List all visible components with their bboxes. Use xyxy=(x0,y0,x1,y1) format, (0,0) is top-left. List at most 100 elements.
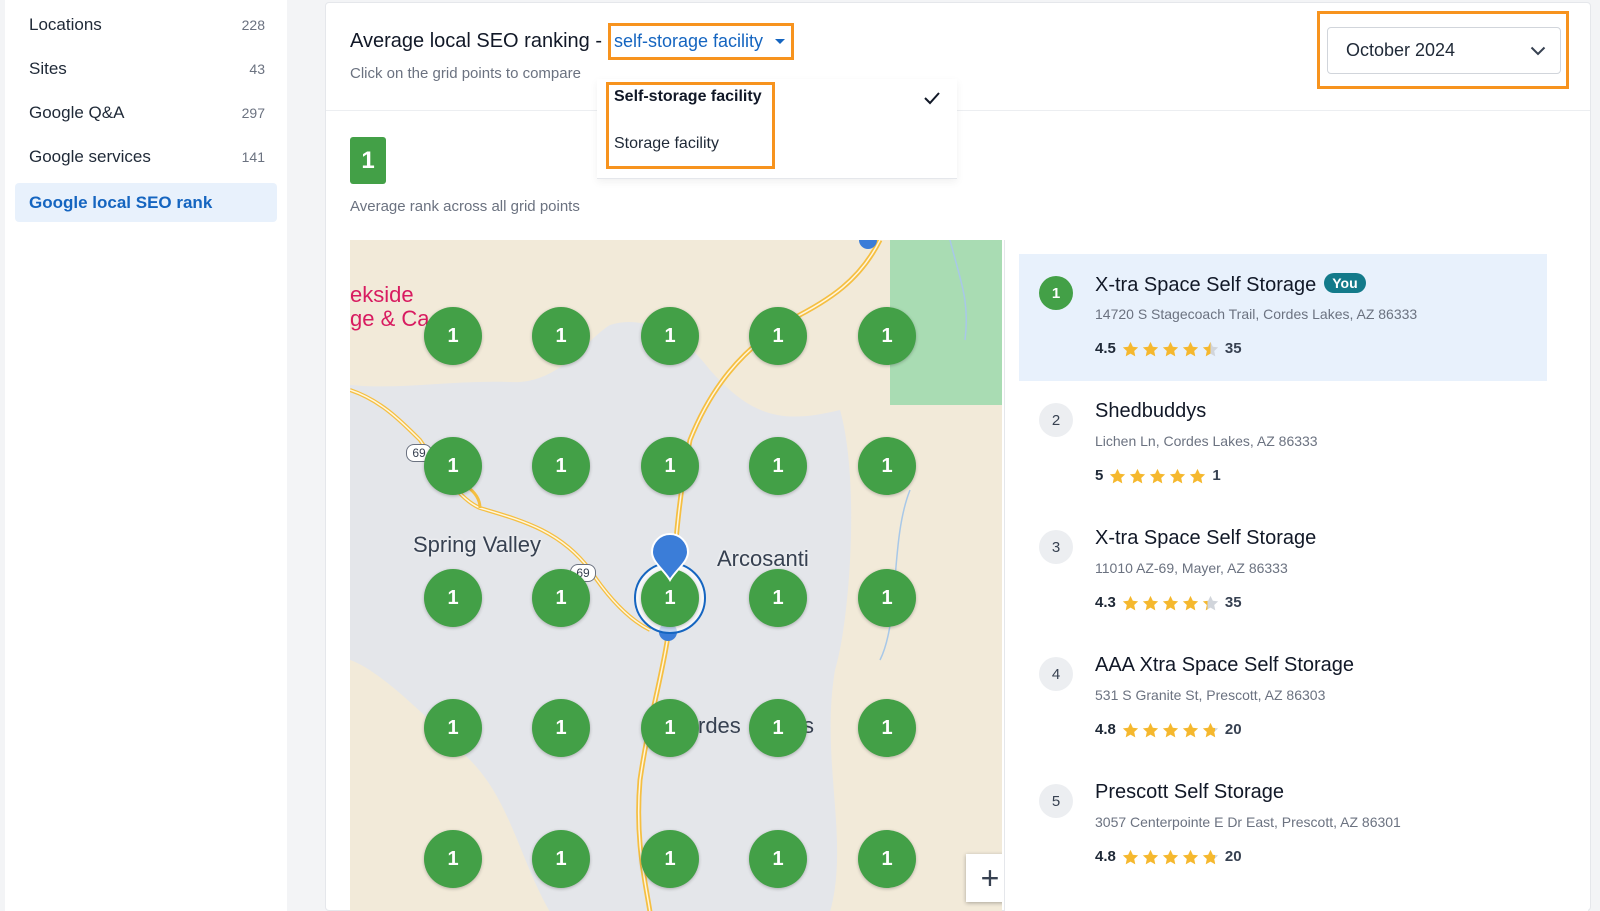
result-item[interactable]: 1 X-tra Space Self Storage You 14720 S St… xyxy=(1019,254,1547,381)
grid-point[interactable]: 1 xyxy=(424,569,482,627)
sidebar-item-label: Google local SEO rank xyxy=(29,192,213,212)
grid-point[interactable]: 1 xyxy=(641,699,699,757)
sidebar-item-sites[interactable]: Sites 43 xyxy=(15,49,277,88)
grid-point[interactable]: 1 xyxy=(858,307,916,365)
caret-down-icon xyxy=(775,39,786,44)
location-pin-icon xyxy=(650,533,690,582)
rating-score: 4.3 xyxy=(1095,594,1116,611)
star-icon xyxy=(1162,341,1179,356)
star-icon xyxy=(1162,849,1179,864)
result-item[interactable]: 5 Prescott Self Storage 3057 Centerpoint… xyxy=(1019,762,1547,889)
grid-point[interactable]: 1 xyxy=(532,437,590,495)
sidebar-item-google-services[interactable]: Google services 141 xyxy=(15,137,277,176)
grid-point[interactable]: 1 xyxy=(641,437,699,495)
sidebar-item-count: 141 xyxy=(241,148,265,165)
result-item[interactable]: 4 AAA Xtra Space Self Storage 531 S Gran… xyxy=(1019,635,1547,762)
star-icon xyxy=(1122,341,1139,356)
result-address: 3057 Centerpointe E Dr East, Prescott, A… xyxy=(1095,814,1401,830)
star-icon xyxy=(1122,595,1139,610)
grid-point[interactable]: 1 xyxy=(424,307,482,365)
star-icon xyxy=(1142,722,1159,737)
page-subtitle: Click on the grid points to compare xyxy=(350,65,581,82)
grid-point[interactable]: 1 xyxy=(858,830,916,888)
grid-point[interactable]: 1 xyxy=(532,307,590,365)
menu-option-self-storage-facility[interactable]: Self-storage facility xyxy=(614,88,762,106)
grid-point[interactable]: 1 xyxy=(858,569,916,627)
sidebar-item-label: Google Q&A xyxy=(29,102,125,122)
check-icon xyxy=(924,92,940,105)
rating-stars xyxy=(1122,722,1219,738)
map-label-cordes-fragment: rdes xyxy=(698,713,741,738)
result-item[interactable]: 2 Shedbuddys Lichen Ln, Cordes Lakes, AZ… xyxy=(1019,381,1547,508)
star-icon xyxy=(1142,595,1159,610)
keyword-dropdown-menu: Self-storage facility Storage facility xyxy=(597,79,957,179)
plus-icon: + xyxy=(980,860,1000,896)
seo-ranking-card: Average local SEO ranking - self-storage… xyxy=(325,2,1591,911)
grid-point[interactable]: 1 xyxy=(424,830,482,888)
keyword-dropdown[interactable]: self-storage facility xyxy=(608,23,795,60)
sidebar-item-count: 297 xyxy=(241,104,265,121)
result-rating: 4.5 35 xyxy=(1095,340,1242,357)
result-item[interactable]: 3 X-tra Space Self Storage 11010 AZ-69, … xyxy=(1019,508,1547,635)
grid-point[interactable]: 1 xyxy=(424,437,482,495)
sidebar-item-count: 228 xyxy=(241,16,265,33)
date-select[interactable]: October 2024 xyxy=(1327,27,1561,74)
rating-stars xyxy=(1109,468,1206,484)
rating-score: 4.8 xyxy=(1095,848,1116,865)
grid-point[interactable]: 1 xyxy=(749,699,807,757)
star-icon xyxy=(1182,595,1199,610)
star-icon xyxy=(1142,341,1159,356)
grid-point[interactable]: 1 xyxy=(641,307,699,365)
sidebar: Locations 228 Sites 43 Google Q&A 297 Go… xyxy=(5,0,287,911)
grid-point[interactable]: 1 xyxy=(532,569,590,627)
star-icon xyxy=(1190,468,1206,483)
result-address: Lichen Ln, Cordes Lakes, AZ 86333 xyxy=(1095,433,1318,449)
star-icon xyxy=(1130,468,1146,483)
review-count: 20 xyxy=(1224,848,1242,865)
header-divider xyxy=(326,110,1590,111)
result-rank: 1 xyxy=(1039,276,1073,310)
star-icon xyxy=(1162,595,1179,610)
map-label-spring-valley: Spring Valley xyxy=(413,532,541,557)
sidebar-item-label: Locations xyxy=(29,14,102,34)
star-icon xyxy=(1202,849,1219,864)
sidebar-item-google-qa[interactable]: Google Q&A 297 xyxy=(15,93,277,132)
sidebar-item-google-local-seo-rank[interactable]: Google local SEO rank xyxy=(15,183,277,222)
star-icon xyxy=(1122,849,1139,864)
average-rank-caption: Average rank across all grid points xyxy=(350,198,580,215)
review-count: 35 xyxy=(1224,340,1242,357)
grid-point[interactable]: 1 xyxy=(749,307,807,365)
grid-point[interactable]: 1 xyxy=(749,569,807,627)
result-rating: 5 1 xyxy=(1095,467,1221,484)
result-name: Shedbuddys xyxy=(1095,400,1207,422)
menu-option-storage-facility[interactable]: Storage facility xyxy=(614,135,719,153)
rank-grid-map[interactable]: ekside ge & Ca 69 69 Spring Valley Arcos… xyxy=(350,240,1002,911)
grid-point[interactable]: 1 xyxy=(749,437,807,495)
rating-stars xyxy=(1122,595,1219,611)
chevron-down-icon xyxy=(1530,46,1546,55)
result-rating: 4.8 20 xyxy=(1095,848,1242,865)
grid-point[interactable]: 1 xyxy=(641,830,699,888)
review-count: 1 xyxy=(1212,467,1221,484)
average-rank-badge: 1 xyxy=(350,137,386,184)
result-name: X-tra Space Self Storage xyxy=(1095,527,1317,549)
result-name-text: X-tra Space Self Storage xyxy=(1095,274,1317,296)
grid-point[interactable]: 1 xyxy=(532,699,590,757)
result-rating: 4.8 20 xyxy=(1095,721,1242,738)
grid-point[interactable]: 1 xyxy=(858,437,916,495)
grid-point[interactable]: 1 xyxy=(532,830,590,888)
result-name: X-tra Space Self Storage You xyxy=(1095,273,1366,297)
review-count: 35 xyxy=(1224,594,1242,611)
zoom-in-button[interactable]: + xyxy=(966,854,1002,902)
sidebar-item-locations[interactable]: Locations 228 xyxy=(15,5,277,44)
review-count: 20 xyxy=(1224,721,1242,738)
date-select-value: October 2024 xyxy=(1346,40,1456,60)
grid-point[interactable]: 1 xyxy=(424,699,482,757)
star-icon xyxy=(1182,849,1199,864)
result-name: AAA Xtra Space Self Storage xyxy=(1095,654,1355,676)
star-icon xyxy=(1162,722,1179,737)
grid-point[interactable]: 1 xyxy=(858,699,916,757)
star-icon xyxy=(1110,468,1126,483)
grid-point[interactable]: 1 xyxy=(749,830,807,888)
map-label-corner-1: ekside xyxy=(350,282,414,307)
